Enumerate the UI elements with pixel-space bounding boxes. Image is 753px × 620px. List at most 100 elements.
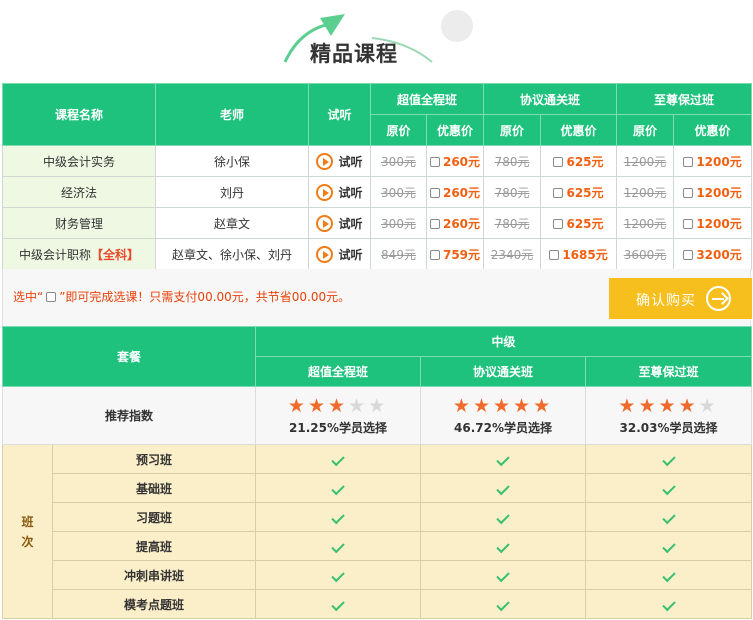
package-checkbox[interactable] (549, 249, 560, 260)
sale-price: 260元 (442, 185, 481, 200)
check-icon (331, 597, 345, 612)
class-row: 基础班 (3, 473, 753, 503)
sale-price: 1200元 (696, 185, 742, 200)
included-cell (585, 589, 753, 619)
package-checkbox[interactable] (683, 218, 694, 229)
orig-price: 1200元 (623, 185, 667, 200)
check-icon (331, 568, 345, 583)
trial-link[interactable]: 试听 (338, 186, 362, 200)
check-icon (331, 452, 345, 467)
orig-price-cell: 3600元 (616, 238, 675, 270)
star-icon: ★ (452, 394, 473, 417)
sale-price-cell[interactable]: 625元 (540, 176, 618, 208)
course-row: 中级会计职称【全科】 赵章文、徐小保、刘丹 试听 849元 759元 2340元 1685元… (2, 238, 753, 270)
sale-price-cell[interactable]: 3200元 (673, 238, 753, 270)
trial-cell[interactable]: 试听 (308, 238, 371, 270)
included-cell (420, 473, 587, 503)
col-header-sale: 优惠价 (425, 114, 485, 146)
check-icon (661, 597, 676, 612)
sale-price-cell[interactable]: 260元 (425, 207, 485, 239)
check-icon (661, 481, 676, 496)
package-checkbox[interactable] (683, 249, 694, 260)
course-name-cell: 财务管理 (2, 207, 156, 239)
sale-price-cell[interactable]: 1200元 (673, 207, 753, 239)
sale-price: 1685元 (562, 247, 608, 262)
trial-cell[interactable]: 试听 (308, 176, 371, 208)
package-checkbox[interactable] (429, 156, 440, 167)
included-cell (585, 502, 753, 532)
course-name: 经济法 (60, 185, 97, 200)
sale-price-cell[interactable]: 1200元 (673, 145, 753, 177)
play-icon[interactable] (316, 183, 334, 201)
included-cell (255, 502, 422, 532)
col-header-orig: 原价 (483, 114, 542, 146)
package-checkbox[interactable] (683, 187, 694, 198)
orig-price-cell: 1200元 (616, 207, 675, 239)
class-row: 冲刺串讲班 (3, 560, 753, 590)
package-checkbox[interactable] (553, 187, 564, 198)
package-checkbox[interactable] (553, 218, 564, 229)
play-icon[interactable] (316, 152, 334, 170)
teacher-name: 赵章文 (213, 216, 250, 231)
col-header-package: 协议通关班 (483, 83, 618, 115)
col-header-sale: 优惠价 (673, 114, 753, 146)
orig-price-cell: 849元 (370, 238, 427, 270)
confirm-purchase-button[interactable]: 确认购买 (609, 278, 752, 319)
sale-price: 3200元 (696, 247, 742, 262)
rating-row: 推荐指数 ★★★★★ 21.25%学员选择 ★★★★★ 46.72%学员选择 ★★★… (1, 386, 753, 445)
package-checkbox[interactable] (429, 249, 440, 260)
teacher-cell: 刘丹 (155, 176, 309, 208)
sale-price: 759元 (442, 247, 481, 262)
package-checkbox[interactable] (553, 156, 564, 167)
orig-price-cell: 780元 (483, 176, 542, 208)
col-header-course: 课程名称 (2, 83, 156, 146)
class-name: 冲刺串讲班 (124, 568, 185, 583)
check-icon (496, 539, 510, 554)
selection-percent: 32.03%学员选择 (619, 420, 718, 435)
star-icon: ★ (307, 394, 328, 417)
trial-link[interactable]: 试听 (338, 155, 362, 169)
course-name: 中级会计职称 (18, 247, 91, 262)
package-checkbox[interactable] (429, 187, 440, 198)
trial-cell[interactable]: 试听 (308, 145, 371, 177)
star-icon: ★ (698, 394, 719, 417)
included-cell (420, 531, 587, 561)
trial-link[interactable]: 试听 (338, 248, 362, 262)
package-checkbox[interactable] (429, 218, 440, 229)
selection-percent: 46.72%学员选择 (454, 420, 552, 435)
orig-price: 780元 (494, 216, 530, 231)
sale-price-cell[interactable]: 759元 (425, 238, 485, 270)
sale-price: 625元 (566, 154, 604, 169)
package-comparison-table: 套餐 中级 超值全程班 协议通关班 至尊保过班 推荐指数 ★★★★★ 21.25%… (1, 326, 753, 619)
rating-cell: ★★★★★ 32.03%学员选择 (585, 386, 753, 445)
sale-price-cell[interactable]: 260元 (425, 145, 485, 177)
play-icon[interactable] (316, 214, 334, 232)
package-checkbox[interactable] (683, 156, 694, 167)
play-icon[interactable] (316, 245, 334, 263)
selection-percent: 21.25%学员选择 (289, 420, 387, 435)
orig-price: 780元 (494, 185, 530, 200)
sale-price-cell[interactable]: 625元 (540, 145, 618, 177)
star-rating: ★★★★★ (256, 396, 420, 416)
teacher-name: 刘丹 (219, 185, 244, 200)
package-header: 超值全程班 (255, 356, 422, 387)
class-row: 班次 预习班 (2, 444, 753, 619)
check-icon (661, 568, 676, 583)
orig-price: 849元 (381, 247, 416, 262)
sale-price-cell[interactable]: 260元 (425, 176, 485, 208)
class-name-cell: 习题班 (51, 502, 257, 532)
sale-price-cell[interactable]: 1685元 (540, 238, 618, 270)
included-cell (255, 589, 422, 619)
star-icon: ★ (492, 394, 514, 417)
trial-cell[interactable]: 试听 (308, 207, 371, 239)
sale-price-cell[interactable]: 1200元 (673, 176, 753, 208)
orig-price-cell: 2340元 (483, 238, 542, 270)
included-cell (420, 444, 587, 474)
sale-price-cell[interactable]: 625元 (540, 207, 618, 239)
class-group-cell: 班次 (2, 444, 53, 619)
star-icon: ★ (678, 394, 699, 417)
course-price-table: 课程名称 老师 试听 超值全程班 协议通关班 至尊保过班 原价 优惠价 原价 优… (2, 83, 753, 270)
orig-price: 300元 (381, 154, 416, 169)
col-header-orig: 原价 (616, 114, 675, 146)
trial-link[interactable]: 试听 (338, 217, 362, 231)
